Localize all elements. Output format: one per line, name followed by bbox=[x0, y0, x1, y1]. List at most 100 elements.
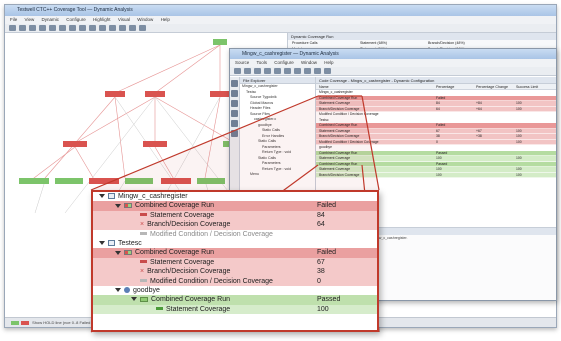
zoomed-coverage-rows: Mingw_c_cashregister Combined Coverage Ru… bbox=[93, 192, 377, 315]
toolbar-button[interactable] bbox=[129, 25, 136, 31]
column-header-percentage[interactable]: Percentage bbox=[436, 84, 476, 89]
toolbar-button[interactable] bbox=[294, 68, 301, 74]
report-cell-percentage: 100 bbox=[436, 156, 442, 160]
coverage-tree-row[interactable]: × Branch/Decision Coverage 38 bbox=[93, 267, 377, 277]
graph-node[interactable] bbox=[145, 91, 165, 97]
toolbar-button[interactable] bbox=[39, 25, 46, 31]
menu-visual[interactable]: Visual bbox=[118, 17, 130, 22]
toolbar-button[interactable] bbox=[89, 25, 96, 31]
toolbar-button[interactable] bbox=[304, 68, 311, 74]
report-row[interactable]: Branch/Decision Coverage 100 100 bbox=[316, 172, 556, 178]
expand-arrow-icon[interactable] bbox=[131, 297, 137, 302]
toolbar-button[interactable] bbox=[29, 25, 36, 31]
report-cell-limit bbox=[516, 90, 556, 95]
side-tool-button[interactable] bbox=[231, 120, 238, 127]
menu-source[interactable]: Source bbox=[235, 60, 249, 65]
coverage-tree-row[interactable]: Modified Condition / Decision Coverage 0 bbox=[93, 276, 377, 286]
coverage-tree-row[interactable]: Combined Coverage Run Failed bbox=[93, 248, 377, 258]
coverage-summary-title: Dynamic Coverage Run bbox=[288, 33, 556, 40]
expand-arrow-icon[interactable] bbox=[99, 194, 105, 199]
coverage-tree-value: Failed bbox=[317, 202, 337, 210]
coverage-tree-row[interactable]: Combined Coverage Run Failed bbox=[93, 201, 377, 211]
menu-tools[interactable]: Tools bbox=[256, 60, 267, 65]
side-tool-button[interactable] bbox=[231, 130, 238, 137]
menu-configure[interactable]: Configure bbox=[274, 60, 294, 65]
toolbar-button[interactable] bbox=[244, 68, 251, 74]
coverage-tree-label: Statement Coverage bbox=[150, 211, 215, 219]
menu-highlight[interactable]: Highlight bbox=[93, 17, 111, 22]
coverage-tree-label-cell: Statement Coverage bbox=[93, 211, 313, 220]
toolbar-button[interactable] bbox=[59, 25, 66, 31]
report-cell-percentage: 100 bbox=[436, 172, 442, 177]
side-tool-button[interactable] bbox=[231, 90, 238, 97]
column-header-limit[interactable]: Success Limit bbox=[516, 84, 556, 89]
coverage-tree-row[interactable]: Combined Coverage Run Passed bbox=[93, 295, 377, 305]
menu-window[interactable]: Window bbox=[301, 60, 317, 65]
toolbar-button[interactable] bbox=[314, 68, 321, 74]
toolbar-button[interactable] bbox=[254, 68, 261, 74]
toolbar-button[interactable] bbox=[109, 25, 116, 31]
menu-file[interactable]: File bbox=[10, 17, 17, 22]
coverage-tree-row[interactable]: Modified Condition / Decision Coverage bbox=[93, 229, 377, 239]
menu-dynamic[interactable]: Dynamic bbox=[41, 17, 59, 22]
coverage-tree-row[interactable]: × Branch/Decision Coverage 64 bbox=[93, 220, 377, 230]
side-tool-button[interactable] bbox=[231, 80, 238, 87]
menu-help[interactable]: Help bbox=[161, 17, 170, 22]
toolbar-button[interactable] bbox=[264, 68, 271, 74]
toolbar-button[interactable] bbox=[19, 25, 26, 31]
report-cell-percentage: 67 bbox=[436, 128, 440, 133]
coverage-report-rows: Mingw_c_cashregister Combined Coverage Ru… bbox=[316, 90, 556, 178]
graph-node[interactable] bbox=[63, 141, 87, 147]
toolbar-button[interactable] bbox=[284, 68, 291, 74]
coverage-tree-row[interactable]: Statement Coverage 67 bbox=[93, 257, 377, 268]
graph-node[interactable] bbox=[197, 178, 225, 184]
graph-node[interactable] bbox=[89, 178, 119, 184]
column-header-name[interactable]: Name bbox=[316, 84, 436, 89]
report-cell-change bbox=[476, 96, 516, 101]
toolbar-button[interactable] bbox=[79, 25, 86, 31]
report-cell-limit bbox=[516, 123, 556, 128]
coverage-tree-label-cell: Combined Coverage Run bbox=[93, 295, 313, 304]
graph-node[interactable] bbox=[143, 141, 167, 147]
graph-node[interactable] bbox=[213, 39, 227, 45]
side-tool-button[interactable] bbox=[231, 110, 238, 117]
coverage-tree-value bbox=[313, 286, 377, 295]
toolbar-button[interactable] bbox=[139, 25, 146, 31]
toolbar-button[interactable] bbox=[119, 25, 126, 31]
graph-node[interactable] bbox=[125, 178, 153, 184]
coverage-tree-row[interactable]: Mingw_c_cashregister bbox=[93, 192, 377, 202]
menu-window[interactable]: Window bbox=[137, 17, 153, 22]
coverage-tree-row[interactable]: Statement Coverage 100 bbox=[93, 304, 377, 315]
coverage-tree-row[interactable]: goodbye bbox=[93, 285, 377, 296]
toolbar-button[interactable] bbox=[49, 25, 56, 31]
toolbar-button[interactable] bbox=[274, 68, 281, 74]
coverage-tree-row[interactable]: Statement Coverage 84 bbox=[93, 210, 377, 221]
report-cell-percentage: 84 bbox=[436, 101, 440, 105]
toolbar-button[interactable] bbox=[99, 25, 106, 31]
expand-arrow-icon[interactable] bbox=[99, 241, 105, 246]
toolbar-button[interactable] bbox=[324, 68, 331, 74]
menu-configure[interactable]: Configure bbox=[66, 17, 86, 22]
menu-view[interactable]: View bbox=[25, 17, 35, 22]
report-cell-percentage bbox=[436, 90, 476, 95]
expand-arrow-icon[interactable] bbox=[115, 203, 121, 208]
toolbar-button[interactable] bbox=[69, 25, 76, 31]
report-cell-limit: 100 bbox=[516, 101, 522, 105]
column-header-change[interactable]: Percentage Change bbox=[476, 84, 516, 89]
coverage-tree-value bbox=[313, 192, 377, 201]
graph-node[interactable] bbox=[210, 91, 230, 97]
toolbar-button[interactable] bbox=[234, 68, 241, 74]
graph-node[interactable] bbox=[55, 178, 83, 184]
menu-help[interactable]: Help bbox=[324, 60, 333, 65]
expand-arrow-icon[interactable] bbox=[115, 250, 121, 255]
graph-node[interactable] bbox=[19, 178, 49, 184]
coverage-tree-row[interactable]: Testesc bbox=[93, 238, 377, 249]
side-tool-button[interactable] bbox=[231, 100, 238, 107]
report-cell-name: goodbye bbox=[319, 145, 333, 149]
toolbar-button[interactable] bbox=[9, 25, 16, 31]
tree-item[interactable]: Menu bbox=[240, 172, 315, 178]
report-cell-name: Combined Coverage Run bbox=[319, 150, 358, 155]
graph-node[interactable] bbox=[161, 178, 191, 184]
graph-node[interactable] bbox=[105, 91, 125, 97]
expand-arrow-icon[interactable] bbox=[115, 288, 121, 293]
